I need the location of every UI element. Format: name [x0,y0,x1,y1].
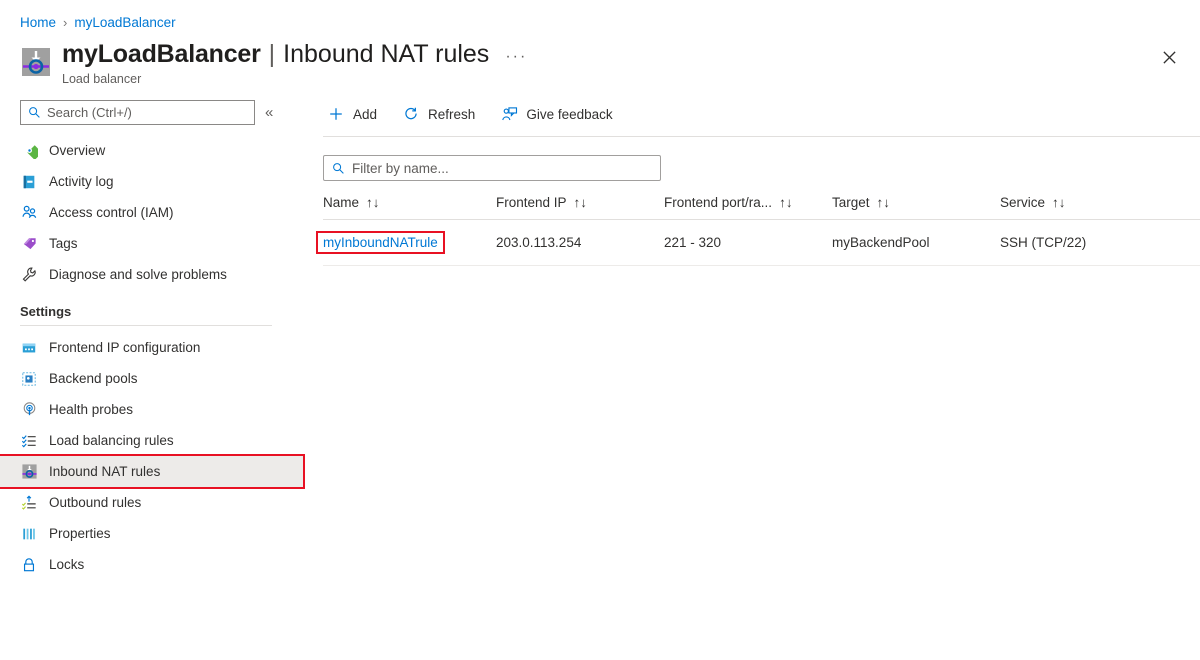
overview-icon [20,142,38,160]
sidebar-item-backend-pools[interactable]: Backend pools [0,363,300,394]
sort-arrows-icon: ↑↓ [1052,195,1066,210]
sidebar-item-label: Backend pools [49,371,138,386]
page-subtitle: Inbound NAT rules [283,40,489,69]
cell-name: myInboundNATrule [323,220,496,266]
access-control-icon [20,204,38,222]
outbound-rules-icon [20,494,38,512]
toolbar-button-label: Give feedback [526,107,612,122]
sort-arrows-icon: ↑↓ [366,195,380,210]
sidebar-item-label: Properties [49,526,111,541]
page-more-menu-button[interactable]: ··· [505,48,527,66]
column-header-frontend-port[interactable]: Frontend port/ra... ↑↓ [664,195,832,220]
column-header-name[interactable]: Name ↑↓ [323,195,496,220]
refresh-button[interactable]: Refresh [398,99,486,129]
column-header-label: Frontend IP [496,195,567,210]
diagnose-icon [20,266,38,284]
sidebar-item-label: Diagnose and solve problems [49,267,227,282]
close-icon[interactable] [1156,44,1182,70]
filter-by-name-box[interactable] [323,155,661,181]
sidebar-item-outbound-rules[interactable]: Outbound rules [0,487,300,518]
sidebar-search-box[interactable] [20,100,255,125]
breadcrumb-separator-icon: › [63,15,67,30]
sidebar-item-label: Health probes [49,402,133,417]
inbound-nat-icon [20,463,38,481]
sidebar-item-label: Tags [49,236,78,251]
column-header-label: Target [832,195,870,210]
sidebar-item-locks[interactable]: Locks [0,549,300,580]
column-header-label: Name [323,195,359,210]
search-icon [28,106,41,119]
table-row[interactable]: myInboundNATrule 203.0.113.254 221 - 320… [323,220,1200,266]
cell-frontend-port: 221 - 320 [664,220,832,266]
frontend-ip-icon [20,339,38,357]
sidebar-item-access-control[interactable]: Access control (IAM) [0,197,300,228]
sort-arrows-icon: ↑↓ [574,195,588,210]
properties-icon [20,525,38,543]
health-probes-icon [20,401,38,419]
table-header-row: Name ↑↓ Frontend IP ↑↓ Frontend port/ra.… [323,195,1200,220]
search-icon [332,162,345,175]
search-input[interactable] [47,105,247,120]
sidebar-item-health-probes[interactable]: Health probes [0,394,300,425]
filter-input[interactable] [352,161,652,176]
cell-frontend-ip: 203.0.113.254 [496,220,664,266]
sidebar-section-settings: Settings [0,290,300,325]
column-header-service[interactable]: Service ↑↓ [1000,195,1200,220]
inbound-nat-rules-table: Name ↑↓ Frontend IP ↑↓ Frontend port/ra.… [323,195,1200,266]
sort-arrows-icon: ↑↓ [877,195,891,210]
breadcrumb-item-home[interactable]: Home [20,15,56,30]
locks-icon [20,556,38,574]
resource-type-caption: Load balancer [62,72,527,86]
plus-icon [326,104,346,124]
sidebar-item-frontend-ip-configuration[interactable]: Frontend IP configuration [0,332,300,363]
toolbar: Add Refresh [300,94,1200,134]
activity-log-icon [20,173,38,191]
page-header: myLoadBalancer | Inbound NAT rules ··· L… [0,32,1200,92]
sidebar-item-label: Access control (IAM) [49,205,174,220]
sidebar-item-activity-log[interactable]: Activity log [0,166,300,197]
toolbar-button-label: Refresh [428,107,475,122]
column-header-label: Service [1000,195,1045,210]
filter-row [300,137,1200,181]
rule-name-link[interactable]: myInboundNATrule [318,233,443,252]
column-header-target[interactable]: Target ↑↓ [832,195,1000,220]
add-button[interactable]: Add [323,99,388,129]
refresh-icon [401,104,421,124]
column-header-frontend-ip[interactable]: Frontend IP ↑↓ [496,195,664,220]
title-separator: | [269,40,276,69]
main-content: Add Refresh [300,92,1200,647]
sidebar-item-label: Outbound rules [49,495,141,510]
sidebar-item-diagnose[interactable]: Diagnose and solve problems [0,259,300,290]
sidebar-item-properties[interactable]: Properties [0,518,300,549]
sidebar-item-overview[interactable]: Overview [0,135,300,166]
column-header-label: Frontend port/ra... [664,195,772,210]
feedback-icon [499,104,519,124]
page-title: myLoadBalancer [62,40,261,69]
sidebar-item-label: Overview [49,143,105,158]
breadcrumb-item-myloadbalancer[interactable]: myLoadBalancer [74,15,175,30]
load-balancer-icon [20,46,52,78]
load-balancing-icon [20,432,38,450]
give-feedback-button[interactable]: Give feedback [496,99,623,129]
sidebar-item-label: Frontend IP configuration [49,340,200,355]
sidebar-item-label: Locks [49,557,84,572]
sidebar-item-label: Activity log [49,174,114,189]
chevron-double-left-icon[interactable]: « [265,105,273,120]
cell-target: myBackendPool [832,220,1000,266]
toolbar-button-label: Add [353,107,377,122]
sidebar-item-inbound-nat-rules[interactable]: Inbound NAT rules [0,456,303,487]
sidebar-item-tags[interactable]: Tags [0,228,300,259]
breadcrumb: Home › myLoadBalancer [0,0,1200,32]
cell-service: SSH (TCP/22) [1000,220,1200,266]
sidebar-item-load-balancing-rules[interactable]: Load balancing rules [0,425,300,456]
sidebar-item-label: Load balancing rules [49,433,174,448]
sidebar-divider [20,325,272,326]
tags-icon [20,235,38,253]
sidebar-search-row: « [0,100,300,125]
sidebar-item-label: Inbound NAT rules [49,464,160,479]
backend-pools-icon [20,370,38,388]
sort-arrows-icon: ↑↓ [779,195,793,210]
sidebar: « Overview Activity log [0,92,300,647]
